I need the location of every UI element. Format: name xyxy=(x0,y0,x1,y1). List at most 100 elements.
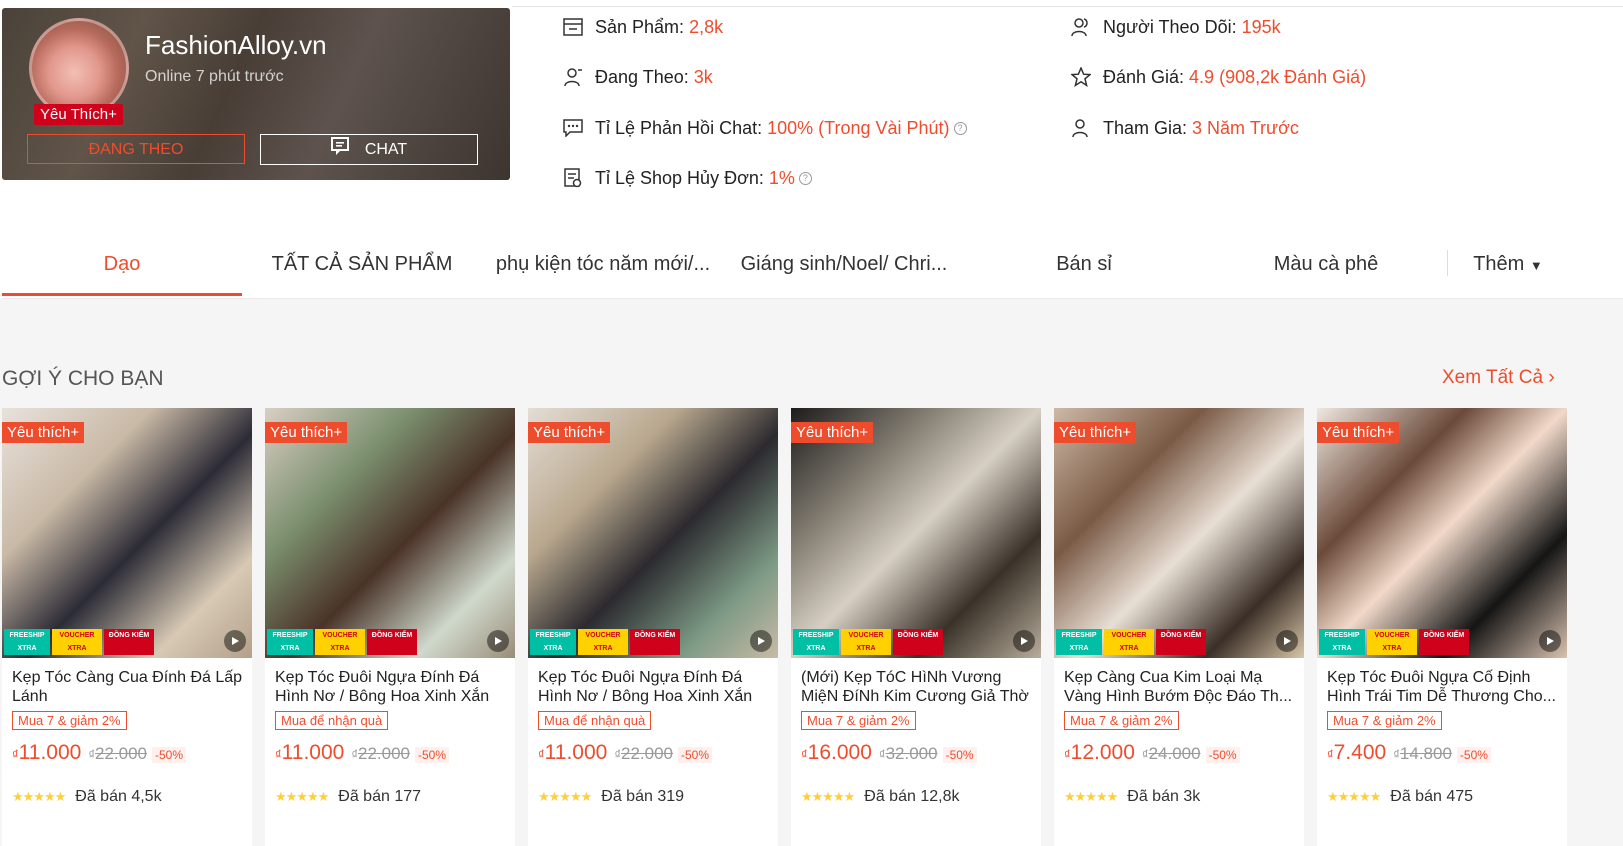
price-row: ₫ 11.000 ₫ 22.000 -50% xyxy=(538,741,713,765)
promo-label: Mua 7 & giảm 2% xyxy=(1327,711,1442,730)
tab-more[interactable]: Thêm ▼ xyxy=(1448,240,1568,296)
tab-new-year-hair-accessories[interactable]: phụ kiện tóc năm mới/... xyxy=(482,240,724,296)
product-image[interactable] xyxy=(1317,408,1567,658)
product-card[interactable]: Yêu thích+ FREESHIP XTRA VOUCHER XTRA ĐỒNG… xyxy=(265,408,515,846)
product-price: 11.000 xyxy=(18,741,82,764)
product-name: Kẹp Tóc Đuôi Ngựa Cố Định Hình Trái Tim … xyxy=(1327,669,1556,705)
dong-kiem-badge: ĐỒNG KIỂM xyxy=(1156,629,1206,655)
caret-down-icon: ▼ xyxy=(1529,258,1543,273)
currency-symbol: ₫ xyxy=(538,747,545,762)
tab-wholesale[interactable]: Bán sỉ xyxy=(964,240,1204,296)
currency-symbol: ₫ xyxy=(1064,747,1071,762)
chat-button[interactable]: CHAT xyxy=(260,134,478,165)
old-currency-symbol: ₫ xyxy=(88,747,96,762)
favorite-plus-badge: Yêu thích+ xyxy=(1054,422,1137,443)
stat-rating-value: 4.9 (908,2k Đánh Giá) xyxy=(1189,66,1367,87)
stat-chat-response: Tỉ Lệ Phản Hồi Chat: 100% (Trong Vài Phú… xyxy=(562,117,967,139)
shop-header-card: Yêu Thích+ FashionAlloy.vn Online 7 phút… xyxy=(2,8,510,180)
stat-chat-response-value: 100% (Trong Vài Phút) xyxy=(767,117,950,138)
play-video-icon[interactable] xyxy=(1013,630,1035,652)
dong-kiem-badge: ĐỒNG KIỂM xyxy=(893,629,943,655)
voucher-xtra-badge: VOUCHER XTRA xyxy=(578,629,628,655)
promo-label: Mua 7 & giảm 2% xyxy=(1064,711,1179,730)
old-currency-symbol: ₫ xyxy=(1393,747,1400,762)
product-price: 11.000 xyxy=(281,741,345,764)
tab-dao[interactable]: Dạo xyxy=(2,240,242,296)
freeship-xtra-badge: FREESHIP XTRA xyxy=(793,629,839,655)
promo-label: Mua 7 & giảm 2% xyxy=(12,711,127,730)
voucher-xtra-badge: VOUCHER XTRA xyxy=(315,629,365,655)
product-name: (Mới) Kẹp TóC HìNh Vương MiệN ĐíNh Kim C… xyxy=(801,669,1029,705)
product-card[interactable]: Yêu thích+ FREESHIP XTRA VOUCHER XTRA ĐỒNG… xyxy=(791,408,1041,846)
voucher-xtra-badge: VOUCHER XTRA xyxy=(841,629,891,655)
chat-bubble-icon xyxy=(562,117,584,139)
product-image[interactable] xyxy=(2,408,252,658)
promo-badges-strip: FREESHIP XTRA VOUCHER XTRA ĐỒNG KIỂM xyxy=(1054,627,1304,657)
help-icon[interactable]: ? xyxy=(953,121,967,135)
product-image[interactable] xyxy=(528,408,778,658)
stat-followers-value: 195k xyxy=(1241,16,1281,37)
stat-following-label: Đang Theo: xyxy=(595,66,689,87)
product-image[interactable] xyxy=(265,408,515,658)
favorite-plus-badge: Yêu thích+ xyxy=(2,422,85,443)
play-video-icon[interactable] xyxy=(1276,630,1298,652)
promo-badges-strip: FREESHIP XTRA VOUCHER XTRA ĐỒNG KIỂM xyxy=(528,627,778,657)
old-currency-symbol: ₫ xyxy=(1141,747,1149,762)
product-card[interactable]: Yêu thích+ FREESHIP XTRA VOUCHER XTRA ĐỒNG… xyxy=(1054,408,1304,846)
currency-symbol: ₫ xyxy=(801,747,808,762)
rating-stars-icon: ★★★★★ xyxy=(275,789,329,804)
stat-products: Sản Phẩm: 2,8k xyxy=(562,16,723,38)
product-price: 7.400 xyxy=(1333,741,1387,764)
original-price: 32.000 xyxy=(885,744,938,763)
sold-row: ★★★★★ Đã bán 177 xyxy=(275,788,421,806)
stat-joined-value: 3 Năm Trước xyxy=(1192,117,1299,138)
following-button[interactable]: ĐANG THEO xyxy=(27,134,245,164)
discount-badge: -50% xyxy=(1205,747,1240,763)
tab-all-products[interactable]: TẤT CẢ SẢN PHẨM xyxy=(242,240,482,296)
user-plus-icon xyxy=(562,66,584,88)
shop-category-tabs: Dạo TẤT CẢ SẢN PHẨM phụ kiện tóc năm mới… xyxy=(2,240,1623,299)
product-image[interactable] xyxy=(791,408,1041,658)
stat-following-value: 3k xyxy=(693,66,713,87)
shop-name: FashionAlloy.vn xyxy=(145,30,327,60)
original-price: 24.000 xyxy=(1148,744,1201,763)
product-card[interactable]: Yêu thích+ FREESHIP XTRA VOUCHER XTRA ĐỒNG… xyxy=(2,408,252,846)
old-currency-symbol: ₫ xyxy=(878,747,886,762)
rating-stars-icon: ★★★★★ xyxy=(1064,789,1118,804)
tab-more-label: Thêm xyxy=(1473,253,1525,275)
sold-count: Đã bán 475 xyxy=(1390,788,1474,805)
product-name: Kẹp Tóc Đuôi Ngựa Đính Đá Hình Nơ / Bông… xyxy=(275,669,490,705)
user-check-icon xyxy=(1070,117,1092,139)
original-price: 14.800 xyxy=(1399,744,1452,763)
help-icon[interactable]: ? xyxy=(798,171,812,185)
see-all-link[interactable]: Xem Tất Cả › xyxy=(1442,367,1555,389)
shop-avatar[interactable] xyxy=(29,18,129,118)
see-all-label: Xem Tất Cả xyxy=(1442,367,1544,388)
tab-coffee-color[interactable]: Màu cà phê xyxy=(1204,240,1448,296)
stat-following: Đang Theo: 3k xyxy=(562,66,713,88)
play-video-icon[interactable] xyxy=(224,630,246,652)
promo-label: Mua để nhận quà xyxy=(275,711,389,730)
old-currency-symbol: ₫ xyxy=(351,747,359,762)
play-video-icon[interactable] xyxy=(487,630,509,652)
voucher-xtra-badge: VOUCHER XTRA xyxy=(1367,629,1417,655)
product-card[interactable]: Yêu thích+ FREESHIP XTRA VOUCHER XTRA ĐỒNG… xyxy=(1317,408,1567,846)
star-icon xyxy=(1070,66,1092,88)
product-card[interactable]: Yêu thích+ FREESHIP XTRA VOUCHER XTRA ĐỒNG… xyxy=(528,408,778,846)
rating-stars-icon: ★★★★★ xyxy=(801,789,855,804)
sold-count: Đã bán 3k xyxy=(1127,788,1201,805)
sold-count: Đã bán 177 xyxy=(338,788,422,805)
play-video-icon[interactable] xyxy=(1539,630,1561,652)
sold-row: ★★★★★ Đã bán 319 xyxy=(538,788,684,806)
price-row: ₫ 11.000 ₫ 22.000 -50% xyxy=(12,741,187,765)
stat-followers: Người Theo Dõi: 195k xyxy=(1070,16,1281,38)
freeship-xtra-badge: FREESHIP XTRA xyxy=(1319,629,1365,655)
discount-badge: -50% xyxy=(415,747,450,763)
product-image[interactable] xyxy=(1054,408,1304,658)
play-video-icon[interactable] xyxy=(750,630,772,652)
discount-badge: -50% xyxy=(152,747,187,763)
promo-badges-strip: FREESHIP XTRA VOUCHER XTRA ĐỒNG KIỂM xyxy=(791,627,1041,657)
promo-badges-strip: FREESHIP XTRA VOUCHER XTRA ĐỒNG KIỂM xyxy=(265,627,515,657)
tab-christmas[interactable]: Giáng sinh/Noel/ Chri... xyxy=(724,240,964,296)
favorite-plus-badge: Yêu thích+ xyxy=(791,422,874,443)
